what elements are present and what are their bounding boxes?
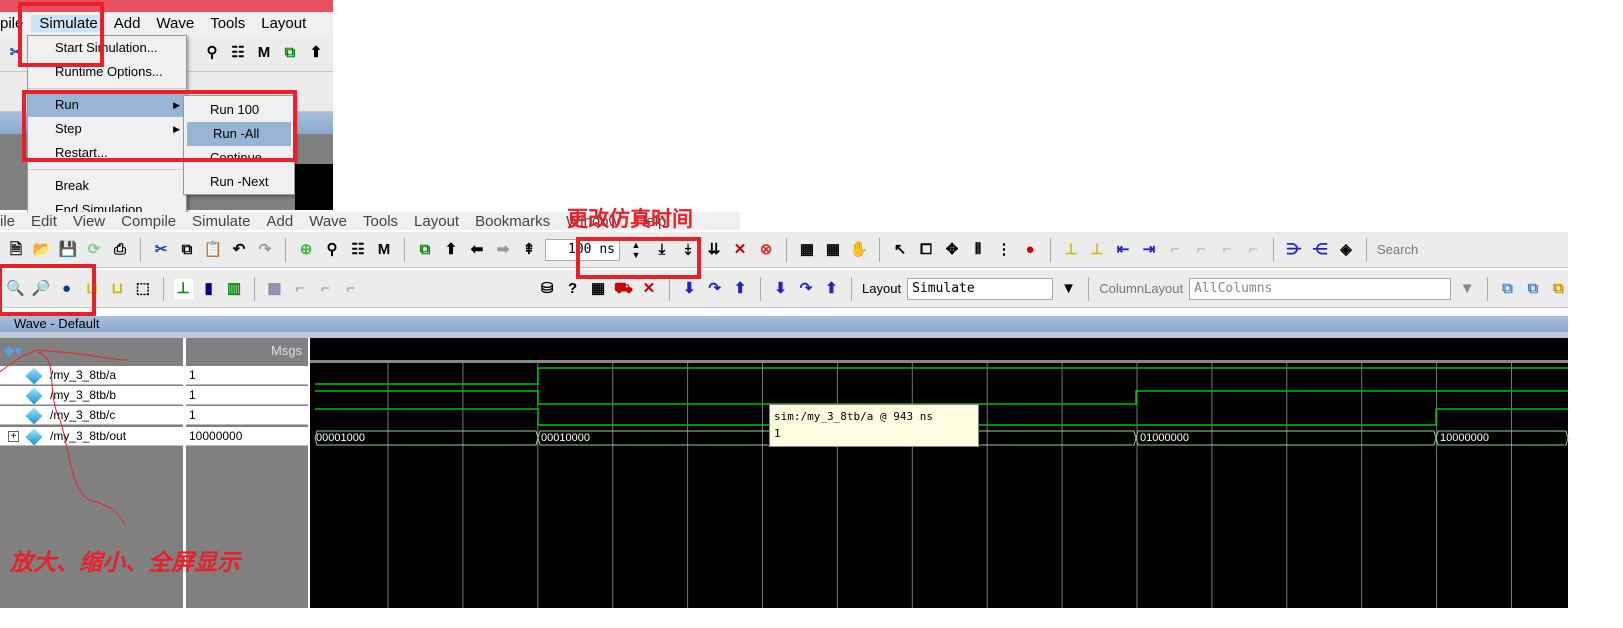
bus-value-label: 01000000 <box>1140 432 1189 444</box>
tooltip-line: sim:/my_3_8tb/a @ 943 ns <box>774 410 933 423</box>
signal-tooltip: sim:/my_3_8tb/a @ 943 ns 1 <box>769 404 979 447</box>
signal-waveform <box>315 367 1568 385</box>
tooltip-value: 1 <box>774 427 781 440</box>
signal-waveform <box>315 390 1568 405</box>
annotation-pointer-line <box>0 349 129 373</box>
annotation-zoom-note: 放大、缩小、全屏显示 <box>10 549 240 575</box>
grid-lines <box>387 363 1512 608</box>
bus-value-label: 00010000 <box>541 432 590 444</box>
bus-value-label: 10000000 <box>1440 432 1489 444</box>
bus-value-label: 00001000 <box>316 432 365 444</box>
annotation-pointer-line <box>37 351 126 526</box>
waveform-overlay <box>0 349 1569 608</box>
